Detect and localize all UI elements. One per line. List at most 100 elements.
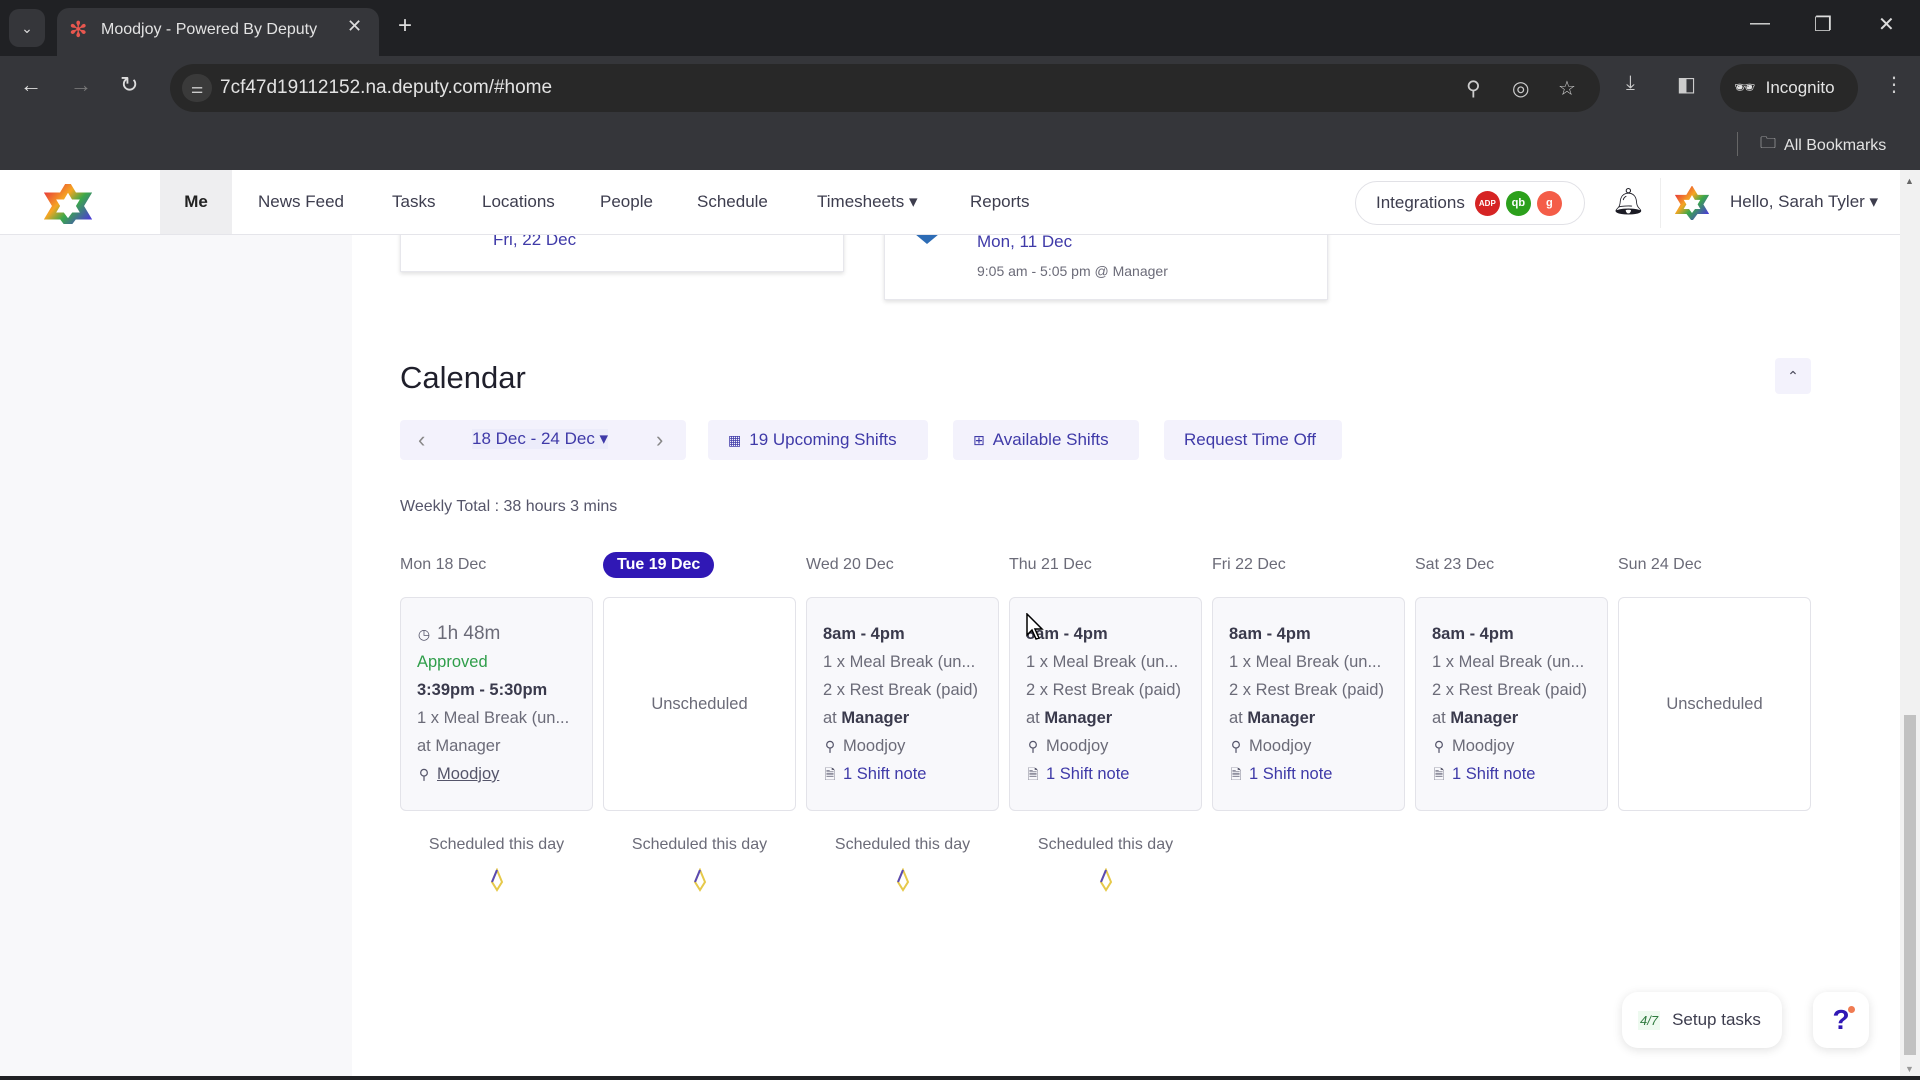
- location-name: Moodjoy: [843, 737, 906, 755]
- map-pin-icon: ⚲: [418, 766, 430, 782]
- day-card-shift[interactable]: 8am - 4pm 1 x Meal Break (un... 2 x Rest…: [1212, 597, 1405, 811]
- shift-time: 3:39pm - 5:30pm: [417, 681, 548, 699]
- shift-note-link[interactable]: 1 Shift note: [1046, 765, 1129, 783]
- nav-tasks[interactable]: Tasks: [392, 170, 435, 234]
- request-time-off-label: Request Time Off: [1184, 430, 1316, 449]
- available-shifts-button[interactable]: ⊞ Available Shifts: [953, 420, 1139, 460]
- nav-people[interactable]: People: [600, 170, 653, 234]
- day-header: Sun 24 Dec: [1618, 556, 1702, 573]
- location-name: Moodjoy: [1249, 737, 1312, 755]
- duration-row: ◷ 1h 48m: [417, 620, 576, 648]
- shift-note-link[interactable]: 1 Shift note: [1452, 765, 1535, 783]
- omnibox[interactable]: ⚌ 7cf47d19112152.na.deputy.com/#home ⚲ ◎…: [170, 64, 1600, 112]
- setup-progress: 4/7: [1638, 1010, 1661, 1030]
- shift-area-row: at Manager: [823, 704, 982, 732]
- upcoming-shifts-button[interactable]: ▦ 19 Upcoming Shifts: [708, 420, 928, 460]
- day-card-shift[interactable]: 8am - 4pm 1 x Meal Break (un... 2 x Rest…: [1415, 597, 1608, 811]
- nav-me[interactable]: Me: [160, 170, 232, 234]
- tab-search-button[interactable]: ⌄: [9, 9, 45, 47]
- week-range-picker: ‹ 18 Dec - 24 Dec ▾ ›: [400, 420, 686, 460]
- note-row[interactable]: 🗎 1 Shift note: [1432, 760, 1591, 788]
- rest-break: 2 x Rest Break (paid): [823, 681, 978, 699]
- document-icon: 🗎: [1230, 766, 1242, 782]
- folder-icon: 🗀: [1760, 135, 1777, 152]
- note-row[interactable]: 🗎 1 Shift note: [823, 760, 982, 788]
- back-icon[interactable]: ←: [20, 72, 42, 98]
- day-card-unscheduled[interactable]: Unscheduled: [603, 597, 796, 811]
- week-range-dropdown[interactable]: 18 Dec - 24 Dec ▾: [472, 429, 609, 449]
- scrollbar-thumb[interactable]: [1904, 715, 1916, 1055]
- new-tab-button[interactable]: +: [398, 12, 412, 40]
- unscheduled-label: Unscheduled: [651, 695, 748, 713]
- deputy-logo-icon[interactable]: [44, 184, 92, 224]
- deputy-app: Fri, 22 Dec Mon, 11 Dec 9:05 am - 5:05 p…: [0, 170, 1900, 1080]
- request-time-off-button[interactable]: Request Time Off: [1164, 420, 1342, 460]
- url-text[interactable]: 7cf47d19112152.na.deputy.com/#home: [220, 77, 552, 99]
- minimize-icon[interactable]: —: [1750, 12, 1770, 35]
- browser-tab[interactable]: ✻ Moodjoy - Powered By Deputy ✕: [57, 8, 379, 56]
- nav-locations[interactable]: Locations: [482, 170, 555, 234]
- day-card-timesheet[interactable]: ◷ 1h 48m Approved 3:39pm - 5:30pm 1 x Mea…: [400, 597, 593, 811]
- incognito-indicator[interactable]: 🕶 Incognito: [1720, 64, 1858, 112]
- clock-icon: ◷: [417, 626, 431, 642]
- rest-break: 2 x Rest Break (paid): [1229, 681, 1384, 699]
- scroll-up-icon[interactable]: ▲: [1905, 176, 1914, 186]
- setup-tasks-button[interactable]: 4/7 Setup tasks: [1622, 992, 1782, 1048]
- eye-off-icon[interactable]: ◎: [1512, 76, 1529, 101]
- nav-reports[interactable]: Reports: [970, 170, 1030, 234]
- restore-icon[interactable]: ❐: [1814, 12, 1832, 37]
- site-info-icon[interactable]: ⚌: [182, 74, 212, 102]
- loading-spinner-icon: [1009, 867, 1202, 897]
- next-week-button[interactable]: ›: [656, 427, 663, 453]
- meal-break: 1 x Meal Break (un...: [1026, 653, 1179, 671]
- zoom-out-icon[interactable]: ⚲: [1466, 76, 1481, 101]
- unscheduled-label: Unscheduled: [1666, 695, 1763, 713]
- user-menu[interactable]: Hello, Sarah Tyler ▾: [1730, 192, 1878, 212]
- shift-area-row: at Manager: [1026, 704, 1185, 732]
- shift-area-row: at Manager: [1229, 704, 1388, 732]
- incognito-label: Incognito: [1765, 78, 1835, 97]
- location-link[interactable]: Moodjoy: [437, 765, 499, 783]
- side-panel-icon[interactable]: ◧: [1677, 72, 1696, 97]
- day-card-shift[interactable]: 8am - 4pm 1 x Meal Break (un... 2 x Rest…: [806, 597, 999, 811]
- notifications-bell-icon[interactable]: 🔔︎: [1612, 186, 1645, 217]
- document-icon: 🗎: [824, 766, 836, 782]
- nav-news-feed[interactable]: News Feed: [258, 170, 344, 234]
- shift-note-link[interactable]: 1 Shift note: [843, 765, 926, 783]
- calendar-icon: ▦: [728, 431, 742, 448]
- address-bar-row: ← → ↻ ⚌ 7cf47d19112152.na.deputy.com/#ho…: [0, 56, 1920, 120]
- shift-time: 8am - 4pm: [1432, 625, 1514, 643]
- bookmark-star-icon[interactable]: ☆: [1558, 76, 1576, 101]
- bookmarks-divider: [1737, 132, 1738, 156]
- nav-schedule[interactable]: Schedule: [697, 170, 768, 234]
- location-name: Moodjoy: [1452, 737, 1515, 755]
- download-icon[interactable]: ⤓: [1626, 72, 1635, 95]
- prev-week-button[interactable]: ‹: [418, 427, 425, 453]
- location-row: ⚲ Moodjoy: [1432, 732, 1591, 760]
- note-row[interactable]: 🗎 1 Shift note: [1229, 760, 1388, 788]
- page-scrollbar[interactable]: ▲ ▼: [1900, 170, 1920, 1080]
- forward-icon[interactable]: →: [70, 72, 92, 98]
- all-bookmarks-button[interactable]: 🗀 All Bookmarks: [1760, 132, 1886, 159]
- nav-timesheets[interactable]: Timesheets ▾: [817, 170, 918, 234]
- scroll-down-icon[interactable]: ▼: [1905, 1064, 1914, 1074]
- shift-note-link[interactable]: 1 Shift note: [1249, 765, 1332, 783]
- collapse-calendar-button[interactable]: ⌃: [1775, 358, 1811, 394]
- question-mark-icon: ?: [1832, 1004, 1850, 1035]
- day-header: Mon 18 Dec: [400, 556, 487, 573]
- incognito-icon: 🕶: [1734, 78, 1756, 97]
- upcoming-shifts-label: 19 Upcoming Shifts: [749, 430, 897, 449]
- help-button[interactable]: ?: [1813, 992, 1869, 1048]
- day-card-unscheduled[interactable]: Unscheduled: [1618, 597, 1811, 811]
- note-row[interactable]: 🗎 1 Shift note: [1026, 760, 1185, 788]
- integrations-button[interactable]: Integrations ADP qb g: [1355, 181, 1585, 225]
- more-menu-icon[interactable]: ⋮: [1884, 72, 1904, 97]
- tab-close-icon[interactable]: ✕: [347, 16, 362, 37]
- reload-icon[interactable]: ↻: [120, 72, 138, 98]
- app-navigation: Me News Feed Tasks Locations People Sche…: [0, 170, 1900, 235]
- shift-time: 8am - 4pm: [1026, 625, 1108, 643]
- at-prefix: at: [1026, 709, 1045, 727]
- close-window-icon[interactable]: ✕: [1878, 12, 1895, 37]
- meal-break: 1 x Meal Break (un...: [1432, 653, 1585, 671]
- mouse-cursor-icon: [1026, 613, 1044, 640]
